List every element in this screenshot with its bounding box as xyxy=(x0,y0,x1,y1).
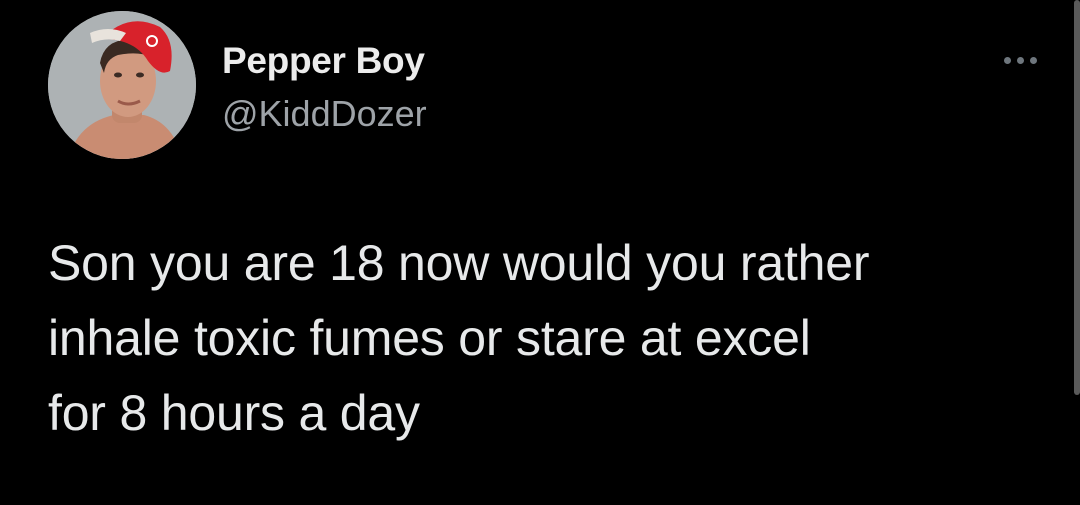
scrollbar[interactable] xyxy=(1074,0,1080,395)
author-display-name[interactable]: Pepper Boy xyxy=(222,40,425,82)
more-options-button[interactable] xyxy=(994,44,1046,76)
author-handle[interactable]: @KiddDozer xyxy=(222,93,427,135)
tweet-text: Son you are 18 now would you rather inha… xyxy=(48,226,1058,451)
tweet-text-line: inhale toxic fumes or stare at excel xyxy=(48,310,811,366)
tweet-card: Pepper Boy @KiddDozer Son you are 18 now… xyxy=(0,0,1080,505)
tweet-text-line: Son you are 18 now would you rather xyxy=(48,235,870,291)
avatar[interactable] xyxy=(48,11,196,159)
more-options-icon-dot xyxy=(1016,56,1024,64)
profile-photo-icon xyxy=(48,11,196,159)
more-options-icon xyxy=(1003,56,1011,64)
more-options-icon-dot xyxy=(1029,56,1037,64)
tweet-text-line: for 8 hours a day xyxy=(48,385,420,441)
